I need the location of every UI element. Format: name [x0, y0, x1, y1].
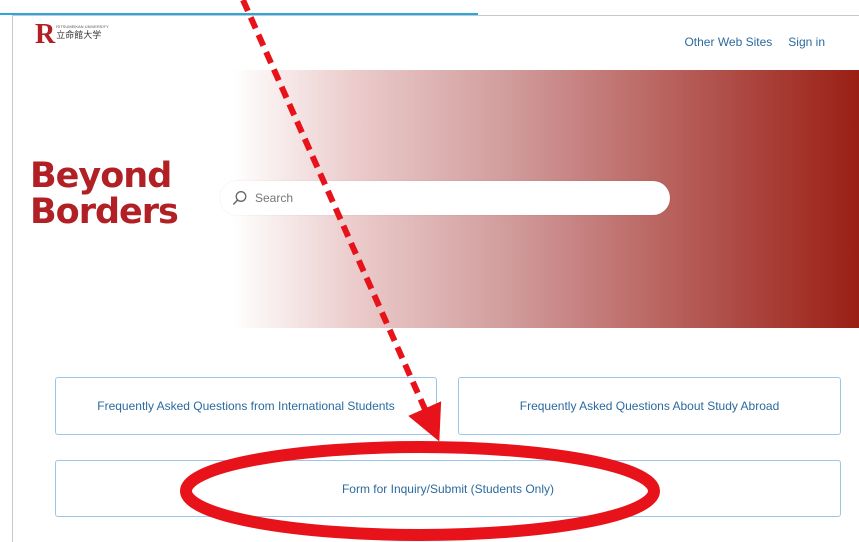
university-logo[interactable]: R RITSUMEIKAN UNIVERSITY 立命館大学 [35, 19, 109, 50]
inquiry-form-button[interactable]: Form for Inquiry/Submit (Students Only) [55, 460, 841, 517]
search-box[interactable] [220, 181, 670, 215]
top-accent-strip [0, 0, 478, 15]
hero-title-line-1: Beyond [30, 156, 172, 196]
hero-title-line-2: Borders [30, 192, 179, 232]
card-label: Frequently Asked Questions About Study A… [519, 399, 780, 413]
hero-title: Beyond Borders [30, 156, 179, 232]
logo-name: 立命館大学 [56, 30, 102, 40]
logo-mark: R [35, 19, 55, 50]
other-web-sites-link[interactable]: Other Web Sites [684, 35, 772, 49]
search-icon [233, 191, 247, 205]
faq-study-abroad-button[interactable]: Frequently Asked Questions About Study A… [458, 377, 841, 435]
card-label: Frequently Asked Questions from Internat… [97, 399, 395, 413]
card-label: Form for Inquiry/Submit (Students Only) [341, 481, 555, 496]
top-nav: Other Web Sites Sign in [684, 35, 825, 49]
faq-international-students-button[interactable]: Frequently Asked Questions from Internat… [55, 377, 437, 435]
sign-in-link[interactable]: Sign in [788, 35, 825, 49]
search-input[interactable] [253, 190, 637, 206]
